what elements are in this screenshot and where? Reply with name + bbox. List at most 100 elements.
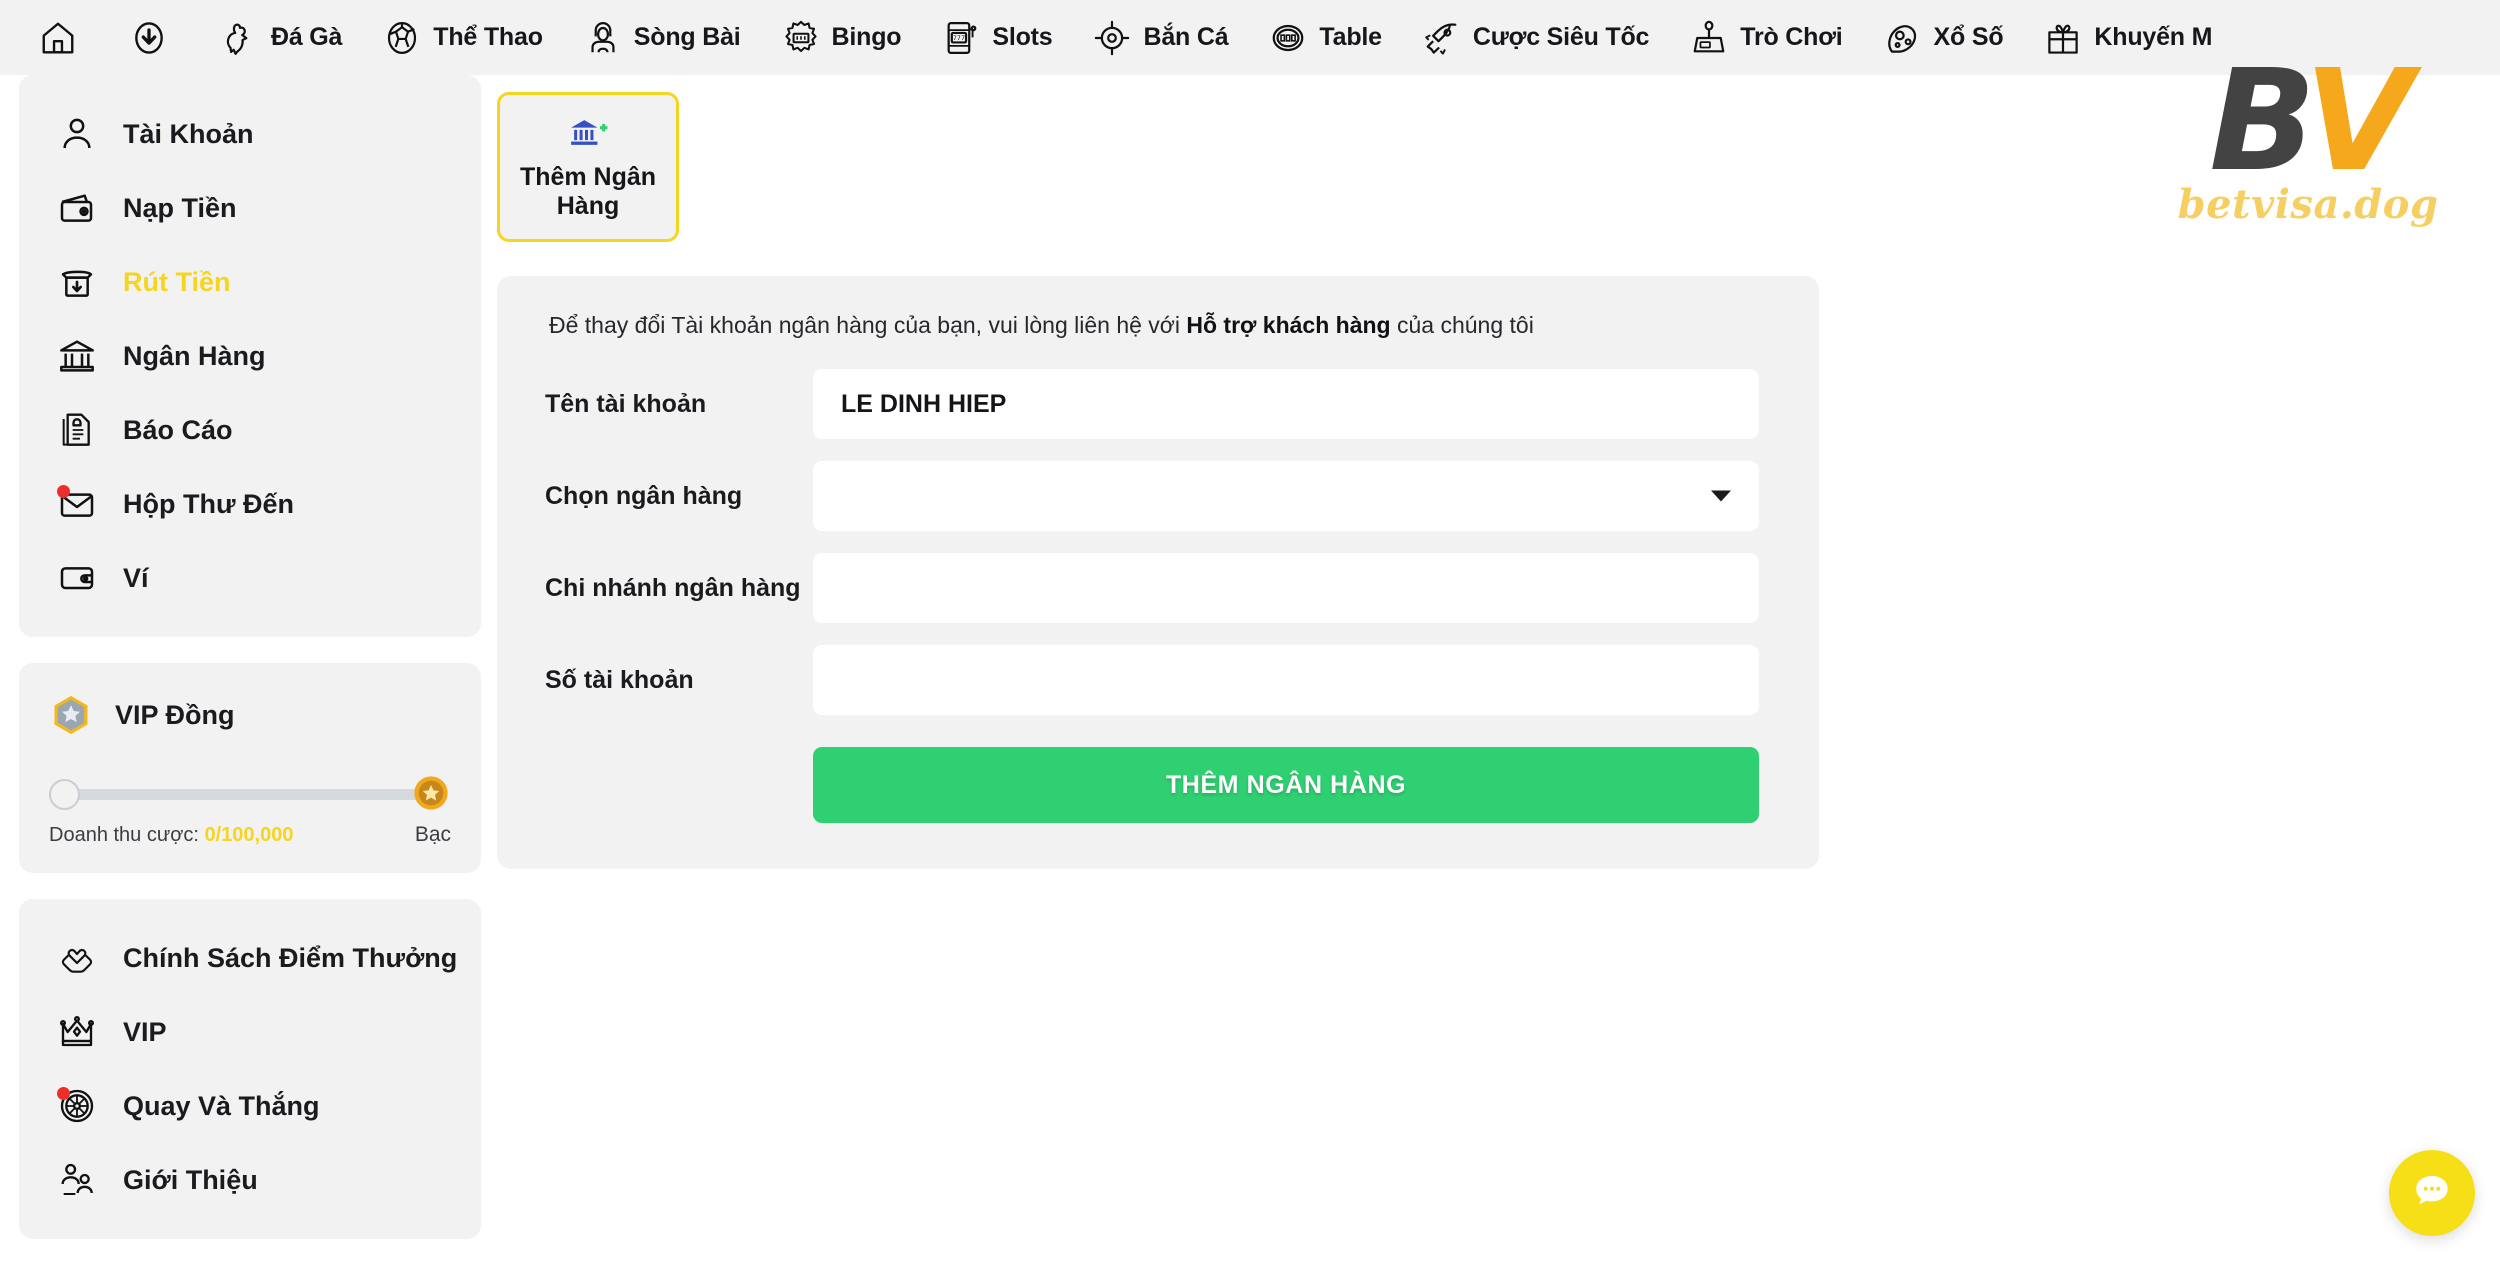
sidebar-item-label: Chính Sách Điểm Thưởng — [123, 943, 457, 974]
submit-row: THÊM NGÂN HÀNG — [545, 747, 1759, 823]
chat-bubble-icon — [2409, 1168, 2455, 1219]
sidebar-item-bao-cao[interactable]: Báo Cáo — [19, 393, 481, 467]
vip-revenue-text: Doanh thu cược: 0/100,000 — [49, 824, 293, 847]
bank-icon — [55, 334, 99, 378]
sidebar: Tài Khoản Nạp Tiền — [19, 75, 481, 1265]
nav-item-song-bai[interactable]: Sòng Bài — [563, 0, 761, 75]
sidebar-item-label: Nạp Tiền — [123, 193, 237, 224]
vip-progress-knob[interactable] — [49, 779, 80, 810]
nav-label: Sòng Bài — [634, 23, 741, 52]
sidebar-item-label: Ngân Hàng — [123, 341, 266, 372]
chevron-down-icon[interactable] — [1711, 491, 1731, 502]
account-name-field[interactable]: LE DINH HIEP — [813, 369, 1759, 439]
vip-progress-card: VIP Đồng Doanh thu cược: 0/100,000 Bạc — [19, 663, 481, 873]
sidebar-item-rut-tien[interactable]: Rút Tiền — [19, 245, 481, 319]
nav-item-ban-ca[interactable]: Bắn Cá — [1072, 0, 1248, 75]
wallet-icon — [55, 556, 99, 600]
sidebar-item-label: Quay Và Thắng — [123, 1091, 320, 1122]
nav-item-da-ga[interactable]: Đá Gà — [200, 0, 362, 75]
vip-header: VIP Đồng — [49, 693, 451, 737]
nav-item-home[interactable] — [18, 0, 109, 75]
user-icon — [55, 112, 99, 156]
page-body: Tài Khoản Nạp Tiền — [0, 75, 2500, 1250]
sidebar-rewards-card: Chính Sách Điểm Thưởng VIP — [19, 899, 481, 1239]
nav-item-download[interactable] — [109, 0, 200, 75]
notice-suffix: của chúng tôi — [1391, 312, 1534, 338]
hands-heart-icon — [55, 936, 99, 980]
vip-next-tier-label: Bạc — [415, 823, 451, 847]
sidebar-item-label: Rút Tiền — [123, 267, 231, 298]
nav-label: Xổ Số — [1934, 23, 2004, 52]
target-icon — [1092, 18, 1132, 58]
top-navigation-bar: Đá Gà Thể Thao Sòng Bài — [0, 0, 2500, 75]
vip-footer: Doanh thu cược: 0/100,000 Bạc — [49, 823, 451, 847]
wallet-deposit-icon — [55, 186, 99, 230]
sidebar-item-hop-thu-den[interactable]: Hộp Thư Đến — [19, 467, 481, 541]
nav-item-xo-so[interactable]: Xổ Số — [1863, 0, 2024, 75]
silver-tier-badge-icon — [411, 773, 451, 813]
crown-icon — [55, 1010, 99, 1054]
sidebar-item-label: Báo Cáo — [123, 415, 233, 446]
casino-dealer-icon — [583, 18, 623, 58]
nav-item-tro-choi[interactable]: Trò Chơi — [1669, 0, 1862, 75]
sidebar-item-gioi-thieu[interactable]: Giới Thiệu — [19, 1143, 481, 1217]
main-content: Thêm Ngân Hàng Để thay đổi Tài khoản ngâ… — [497, 75, 1827, 869]
sidebar-item-ngan-hang[interactable]: Ngân Hàng — [19, 319, 481, 393]
rooster-icon — [220, 18, 260, 58]
support-notice: Để thay đổi Tài khoản ngân hàng của bạn,… — [545, 312, 1759, 339]
unread-badge-dot — [57, 485, 70, 498]
sidebar-item-vi[interactable]: Ví — [19, 541, 481, 615]
form-row-chon-ngan-hang: Chọn ngân hàng — [545, 461, 1759, 531]
gift-icon — [2043, 18, 2083, 58]
download-icon — [129, 18, 169, 58]
nav-label: Thể Thao — [433, 23, 543, 52]
bank-form-card: Để thay đổi Tài khoản ngân hàng của bạn,… — [497, 276, 1819, 869]
withdraw-icon — [55, 260, 99, 304]
bingo-icon — [781, 18, 821, 58]
arcade-icon — [1689, 18, 1729, 58]
sidebar-item-vip[interactable]: VIP — [19, 995, 481, 1069]
bank-tabs: Thêm Ngân Hàng — [497, 75, 1827, 242]
submit-spacer — [545, 747, 813, 823]
nav-item-cuoc-sieu-toc[interactable]: Cược Siêu Tốc — [1402, 0, 1669, 75]
field-label: Chọn ngân hàng — [545, 482, 813, 511]
sidebar-item-tai-khoan[interactable]: Tài Khoản — [19, 97, 481, 171]
bank-plus-icon — [568, 113, 608, 153]
vip-revenue-value: 0/100,000 — [204, 824, 293, 846]
sidebar-item-label: Tài Khoản — [123, 119, 254, 150]
tab-them-ngan-hang[interactable]: Thêm Ngân Hàng — [497, 92, 679, 242]
nav-item-the-thao[interactable]: Thể Thao — [362, 0, 563, 75]
add-bank-button[interactable]: THÊM NGÂN HÀNG — [813, 747, 1759, 823]
vip-hex-star-icon — [49, 693, 93, 737]
sidebar-item-nap-tien[interactable]: Nạp Tiền — [19, 171, 481, 245]
svg-text:777: 777 — [953, 35, 965, 42]
nav-item-bingo[interactable]: Bingo — [761, 0, 922, 75]
lottery-ball-icon — [1883, 18, 1923, 58]
vip-progress-bar[interactable] — [49, 777, 451, 811]
notice-prefix: Để thay đổi Tài khoản ngân hàng của bạn,… — [549, 312, 1186, 338]
table-games-icon — [1268, 18, 1308, 58]
bank-select-field[interactable] — [813, 461, 1759, 531]
live-chat-button[interactable] — [2389, 1150, 2475, 1236]
field-label: Tên tài khoản — [545, 390, 813, 419]
form-row-chi-nhanh-ngan-hang: Chi nhánh ngân hàng — [545, 553, 1759, 623]
tab-label: Thêm Ngân Hàng — [518, 163, 658, 222]
new-badge-dot — [57, 1087, 70, 1100]
nav-label: Table — [1319, 23, 1381, 52]
account-number-field[interactable] — [813, 645, 1759, 715]
field-value: LE DINH HIEP — [841, 390, 1006, 419]
nav-label: Bingo — [832, 23, 902, 52]
nav-label: Khuyến M — [2094, 23, 2212, 52]
nav-item-table[interactable]: Table — [1248, 0, 1401, 75]
sidebar-account-card: Tài Khoản Nạp Tiền — [19, 75, 481, 637]
sidebar-item-quay-va-thang[interactable]: Quay Và Thắng — [19, 1069, 481, 1143]
vip-revenue-label: Doanh thu cược: — [49, 824, 199, 846]
sidebar-item-label: Ví — [123, 563, 149, 594]
sidebar-item-chinh-sach-diem-thuong[interactable]: Chính Sách Điểm Thưởng — [19, 921, 481, 995]
sidebar-item-label: Giới Thiệu — [123, 1165, 258, 1196]
bank-branch-field[interactable] — [813, 553, 1759, 623]
report-icon — [55, 408, 99, 452]
nav-item-khuyen-mai[interactable]: Khuyến M — [2023, 0, 2232, 75]
notice-emphasis: Hỗ trợ khách hàng — [1186, 312, 1390, 338]
nav-item-slots[interactable]: 777 Slots — [921, 0, 1072, 75]
